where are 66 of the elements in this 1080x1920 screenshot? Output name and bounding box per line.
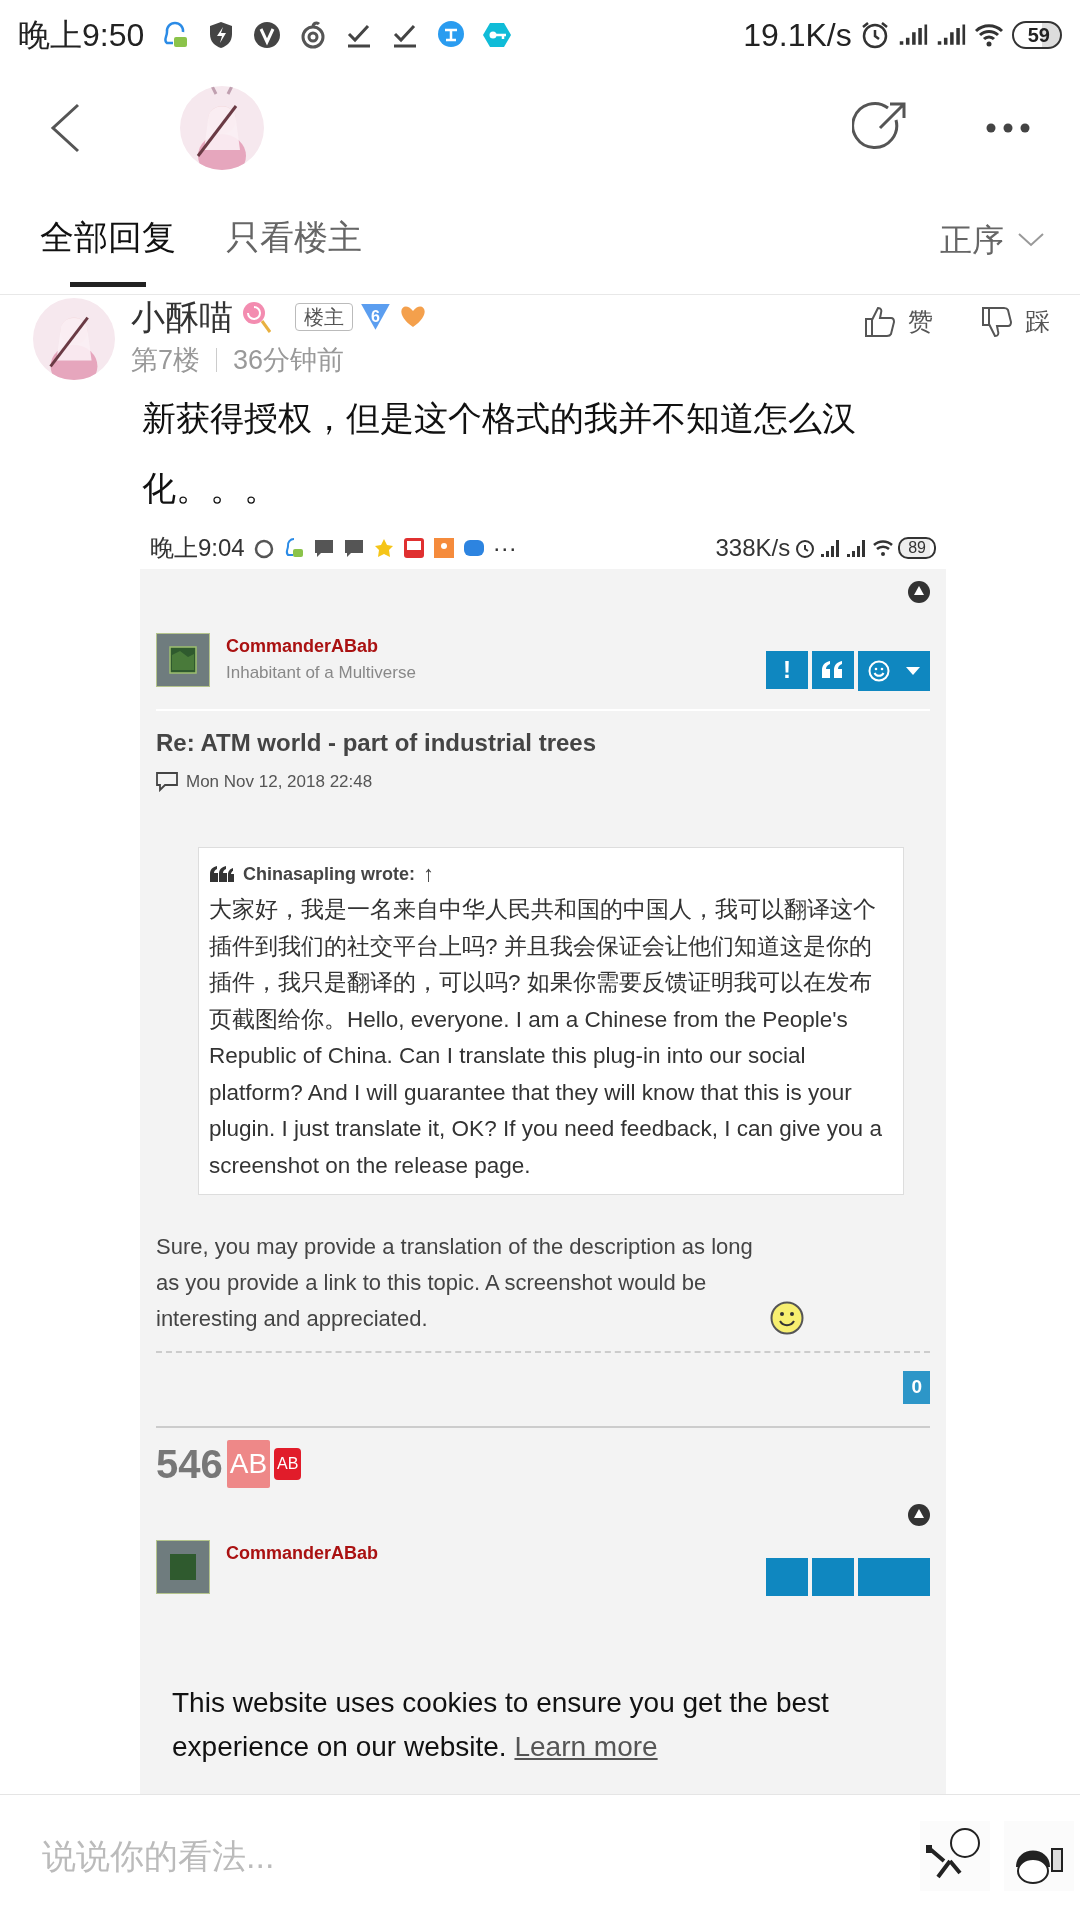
network-speed: 338K/s [715, 533, 791, 563]
like-button[interactable]: 赞 [864, 303, 933, 341]
quote-button[interactable] [812, 1557, 854, 1596]
quote-author: Chinasapling wrote: [243, 862, 415, 886]
app-icon [462, 537, 485, 559]
key-icon [482, 20, 513, 50]
app-icon [432, 537, 455, 559]
jump-link[interactable]: ↑ [423, 862, 434, 885]
app-icon [402, 537, 425, 559]
post-time: 36分钟前 [233, 343, 345, 377]
report-button[interactable] [766, 1557, 808, 1596]
level-badge: 6 [361, 303, 390, 330]
reply-text: Sure, you may provide a translation of the description as long as you provide a link to this topic. A screenshot would be interesting and appreciated. [156, 1233, 754, 1333]
owner-badge: 楼主 [295, 302, 353, 331]
sticker-icon[interactable] [920, 1821, 990, 1891]
tab[interactable]: 只看楼主 [226, 192, 362, 287]
back-icon[interactable] [50, 102, 80, 153]
message-icon [342, 537, 365, 559]
sticker-icon[interactable] [1004, 1821, 1074, 1891]
quote-icon [209, 864, 235, 883]
report-button[interactable]: ! [766, 651, 808, 689]
smiley-icon [868, 660, 890, 682]
post-title: Re: ATM world - part of industrial trees [156, 728, 598, 758]
user-avatar[interactable] [156, 1539, 210, 1594]
quote-text: 大家好，我是一名来自中华人民共和国的中国人，我可以翻译这个插件到我们的社交平台上吗? 并且我会保证会让他们知道这是你的插件，我只是翻译的，可以吗? 如果你需要反馈证明我可以在发布页截图给你。Hello, everyone. I am a Chinese from the People's Republic of China. Can I translate this plug-in into our social platform? And I will guarantee that they will know that this is your plugin. I just translate it, OK? If you need feedback, I can give you a screenshot on the release page. [209, 896, 883, 1180]
cookie-text: This website uses cookies to ensure you get the best experience on our website. Learn more [172, 1686, 830, 1764]
quote-icon [821, 660, 845, 680]
scroll-top-icon[interactable] [908, 581, 930, 603]
quote-button[interactable] [812, 651, 854, 689]
alarm-icon [794, 537, 817, 559]
comment-field[interactable]: 说说你的看法... [40, 1829, 920, 1883]
more-indicator: ··· [492, 533, 517, 563]
author-name[interactable]: 小酥喵 [131, 297, 233, 336]
thumbs-up-icon [864, 305, 896, 338]
learn-more-link[interactable]: Learn more [514, 1731, 658, 1762]
comment-icon [156, 771, 178, 792]
user-avatar[interactable] [156, 633, 210, 687]
network-speed: 19.1K/s [743, 16, 852, 55]
chevron-icon [1018, 232, 1044, 247]
sort-dropdown[interactable]: 正序 [934, 214, 1050, 265]
floor-number: 第7楼 [131, 343, 201, 377]
battery-level: 59 [1011, 21, 1062, 49]
v-icon [252, 20, 283, 50]
user-rank: Inhabitant of a Multiverse [226, 662, 416, 684]
username-link[interactable]: CommanderABab [226, 1539, 379, 1567]
reaction-dropdown[interactable] [858, 1557, 930, 1596]
signature-tag: AB [226, 1439, 271, 1488]
status-time: 晚上9:50 [18, 16, 145, 55]
post-text: 新获得授权，但是这个格式的我并不知道怎么汉化。。。 [142, 398, 857, 509]
scroll-top-icon[interactable] [908, 1503, 930, 1526]
translate-icon [436, 20, 467, 50]
dislike-button[interactable]: 踩 [981, 303, 1050, 341]
smiley-icon [770, 1301, 804, 1335]
signature-number: 546 [156, 1440, 223, 1488]
lollipop-icon [241, 299, 271, 334]
reaction-dropdown[interactable] [858, 651, 930, 691]
status-time: 晚上9:04 [150, 533, 245, 563]
username-link[interactable]: CommanderABab [226, 633, 416, 660]
caret-icon [906, 667, 920, 675]
post-date: Mon Nov 12, 2018 22:48 [186, 771, 373, 793]
thumbs-down-icon [981, 305, 1013, 338]
signature-tag: AB [274, 1447, 302, 1480]
more-icon[interactable] [986, 122, 1030, 133]
battery-level: 89 [898, 537, 936, 559]
message-icon [312, 537, 335, 559]
wifi-icon [872, 537, 895, 559]
